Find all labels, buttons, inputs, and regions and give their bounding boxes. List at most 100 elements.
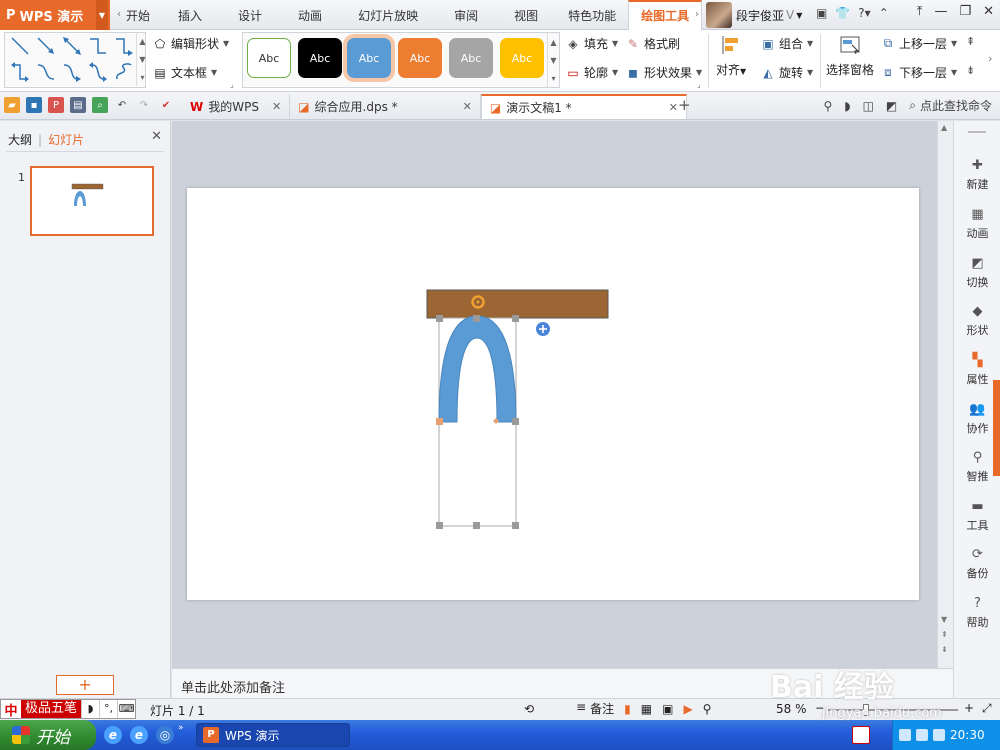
align-extra-icon[interactable]: ⇞ [966, 35, 975, 48]
close-icon[interactable]: ✕ [983, 4, 994, 19]
doc-tab-presentation1[interactable]: ◪ 演示文稿1 * ✕ [480, 94, 687, 119]
elbow-arrow-connector-icon[interactable] [113, 35, 135, 57]
shield-icon[interactable] [916, 729, 928, 741]
slide-sorter-icon[interactable]: ▦ [641, 702, 652, 716]
rotate-button[interactable]: ◭ 旋转 ▼ [760, 64, 813, 81]
close-icon[interactable]: ✕ [151, 129, 162, 144]
tab-review[interactable]: 审阅 [436, 0, 496, 30]
close-icon[interactable]: ✕ [272, 100, 281, 113]
skin-icon[interactable]: ▣ [816, 6, 827, 20]
search-command[interactable]: ⌕ 点此查找命令 [909, 97, 992, 114]
shape-style-4[interactable]: Abc [398, 38, 442, 78]
tab-home[interactable]: 开始 [126, 0, 160, 30]
export-pdf-icon[interactable]: P [48, 97, 64, 113]
arrow-line-icon[interactable] [35, 35, 57, 57]
close-icon[interactable]: ✕ [463, 100, 472, 113]
edit-shape-button[interactable]: ⬠ 编辑形状 ▼ [152, 35, 229, 52]
tab-animation[interactable]: 动画 [280, 0, 340, 30]
outline-button[interactable]: ▭ 轮廓 ▼ [565, 64, 618, 81]
shirt-icon[interactable]: 👕 [835, 6, 850, 20]
feedback-icon[interactable]: ◩ [886, 99, 897, 113]
curved-arrow-connector-icon[interactable] [61, 61, 83, 83]
brush-icon[interactable]: ⚲ [703, 702, 712, 716]
distribute-icon[interactable]: ⇟ [966, 64, 975, 77]
resize-handle[interactable] [473, 522, 480, 529]
dialog-launcher-icon[interactable]: ⌟ [230, 80, 234, 89]
export-icon[interactable]: ◫ [863, 99, 874, 113]
resize-handle[interactable] [436, 418, 443, 425]
redo-icon[interactable]: ↷ [136, 97, 152, 113]
selection-pane-button[interactable]: 选择窗格 [826, 34, 874, 78]
sidebar-item-tool[interactable]: ▬ 工具 [954, 498, 1000, 533]
shape-style-3[interactable]: Abc [343, 34, 395, 82]
text-box-button[interactable]: ▤ 文本框 ▼ [152, 64, 217, 81]
gallery-scroll[interactable]: ▲ ▼ ▾ [136, 32, 148, 86]
taskbar-item-wps[interactable]: P WPS 演示 [196, 723, 350, 747]
tab-design[interactable]: 设计 [220, 0, 280, 30]
wps-app-menu-button[interactable]: P WPS 演示 ▼ [0, 0, 110, 30]
normal-view-icon[interactable]: ▮ [624, 702, 631, 716]
tabs-scroll-right-icon[interactable]: › [692, 6, 702, 24]
tab-special[interactable]: 特色功能 [556, 0, 628, 30]
blue-arch-shape[interactable] [438, 315, 517, 423]
scroll-up-icon[interactable]: ▲ [941, 123, 947, 132]
resize-handle[interactable] [473, 315, 480, 322]
ime-toolbar[interactable]: 中 极品五笔 ◗ °, ⌨ [0, 699, 137, 719]
resize-handle[interactable] [512, 522, 519, 529]
shape-style-5[interactable]: Abc [449, 38, 493, 78]
add-slide-button[interactable]: + [56, 675, 114, 695]
sidebar-item-shape[interactable]: ◆ 形状 [954, 303, 1000, 338]
elbow-double-arrow-icon[interactable] [9, 61, 31, 83]
user-account[interactable]: 段宇俊亚 V ▼ [706, 0, 802, 30]
tab-slideshow[interactable]: 幻灯片放映 [340, 0, 436, 30]
curved-connector-icon[interactable] [35, 61, 57, 83]
collapse-handle[interactable] [968, 131, 986, 133]
shape-style-6[interactable]: Abc [500, 38, 544, 78]
line-icon[interactable] [9, 35, 31, 57]
resize-handle[interactable] [512, 315, 519, 322]
network-icon[interactable] [899, 729, 911, 741]
slide[interactable] [187, 188, 919, 600]
chevron-down-icon[interactable]: ▼ [796, 11, 802, 20]
bring-forward-button[interactable]: ⧉ 上移一层 ▼ [880, 35, 957, 52]
format-painter-button[interactable]: ✎ 格式刷 [625, 35, 680, 52]
ie-icon[interactable]: e [104, 726, 122, 744]
resize-handle[interactable] [512, 418, 519, 425]
save-icon[interactable]: ▪ [26, 97, 42, 113]
sidebar-item-new[interactable]: ✚ 新建 [954, 157, 1000, 192]
sidebar-item-help[interactable]: ? 帮助 [954, 595, 1000, 630]
avatar[interactable] [706, 2, 732, 28]
fit-window-icon[interactable]: ⤢ [982, 701, 992, 716]
ribbon-scroll-right-icon[interactable]: › [988, 52, 992, 65]
undo-icon[interactable]: ↶ [114, 97, 130, 113]
punctuation-icon[interactable]: °, [99, 700, 117, 718]
soft-keyboard-icon[interactable]: ⌨ [117, 700, 135, 718]
history-icon[interactable]: ⟲ [524, 702, 534, 716]
slideshow-icon[interactable]: ▶ [683, 702, 692, 716]
tray-app-icon[interactable] [852, 726, 870, 744]
doc-tab-mywps[interactable]: W 我的WPS ✕ [182, 94, 291, 119]
sidebar-expand-tab[interactable] [993, 380, 1000, 476]
send-backward-button[interactable]: ⧈ 下移一层 ▼ [880, 64, 957, 81]
print-preview-icon[interactable]: ⌕ [92, 97, 108, 113]
shape-style-2[interactable]: Abc [298, 38, 342, 78]
volume-icon[interactable] [933, 729, 945, 741]
tab-slides[interactable]: 幻灯片 [48, 131, 84, 148]
scroll-down-icon[interactable]: ▼ [941, 615, 948, 624]
maximize-icon[interactable]: ❐ [959, 4, 971, 19]
brown-rectangle-shape[interactable] [426, 289, 609, 319]
shape-style-1[interactable]: Abc [247, 38, 291, 78]
sidebar-item-backup[interactable]: ⟳ 备份 [954, 546, 1000, 581]
fill-button[interactable]: ◈ 填充 ▼ [565, 35, 618, 52]
sidebar-item-animation[interactable]: ▦ 动画 [954, 206, 1000, 241]
print-icon[interactable]: ▤ [70, 97, 86, 113]
curved-double-arrow-icon[interactable] [87, 61, 109, 83]
minimize-icon[interactable]: — [934, 4, 947, 19]
browser-icon[interactable]: e [130, 726, 148, 744]
styles-scroll[interactable]: ▲ ▼ ▾ [547, 33, 559, 87]
restore-icon[interactable]: ⤒ [917, 4, 923, 19]
slide-thumbnail[interactable] [30, 166, 154, 236]
group-button[interactable]: ▣ 组合 ▼ [760, 35, 813, 52]
browser2-icon[interactable]: ◎ [156, 726, 174, 744]
sidebar-item-transition[interactable]: ◩ 切换 [954, 255, 1000, 290]
